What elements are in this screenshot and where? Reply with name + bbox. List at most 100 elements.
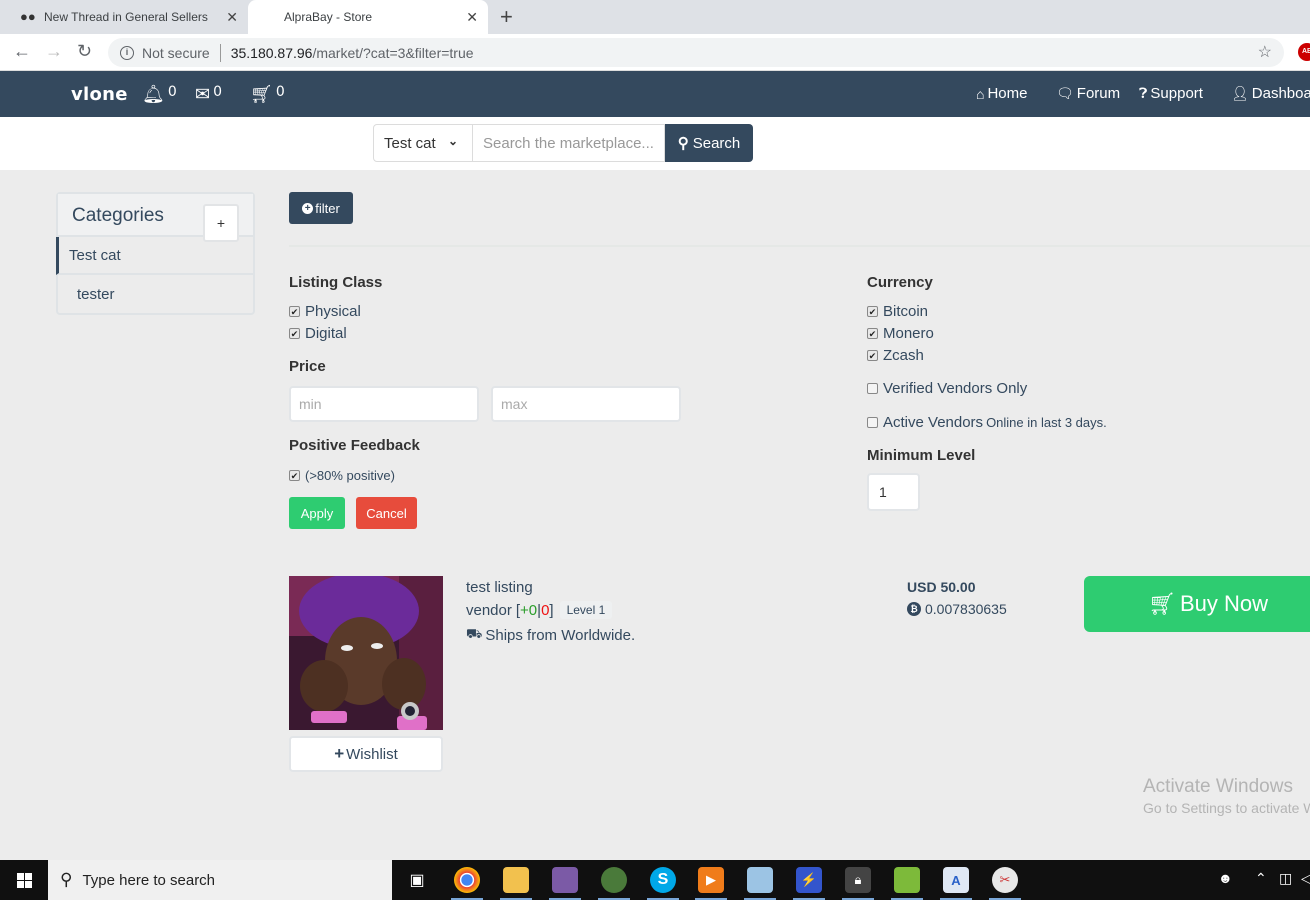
vpn-lock-icon[interactable]: 🔒︎ xyxy=(845,867,871,893)
network-tool-icon[interactable]: ⚡ xyxy=(796,867,822,893)
apply-button[interactable]: Apply xyxy=(289,497,345,529)
category-label: Test cat xyxy=(69,246,121,264)
filter-bitcoin[interactable]: ✔ Bitcoin xyxy=(867,303,928,320)
watermark-subtitle: Go to Settings to activate Windows. xyxy=(1143,800,1310,816)
close-tab-icon[interactable]: ✕ xyxy=(466,9,478,26)
adblock-extension-icon[interactable]: AB xyxy=(1298,43,1310,61)
positive-feedback-checkbox[interactable]: ✔ xyxy=(289,470,300,481)
site-navbar: vlone 🔔︎ 0 ✉ 0 🛒︎ 0 ⌂ Home 🗨︎ Forum ❓︎ S… xyxy=(0,71,1310,117)
close-tab-icon[interactable]: ✕ xyxy=(226,9,238,26)
snipping-tool-icon[interactable]: ✂ xyxy=(992,867,1018,893)
activate-windows-watermark: Activate Windows Go to Settings to activ… xyxy=(1143,776,1310,816)
positive-feedback-heading: Positive Feedback xyxy=(289,437,420,454)
task-view-icon[interactable]: ▣ xyxy=(404,867,430,893)
chrome-icon[interactable] xyxy=(454,867,480,893)
filter-zcash[interactable]: ✔ Zcash xyxy=(867,347,924,364)
active-vendors-note: Online in last 3 days. xyxy=(986,415,1107,430)
nav-link-label: Dashboard xyxy=(1251,85,1310,102)
wishlist-label: Wishlist xyxy=(346,745,398,763)
brand-username[interactable]: vlone xyxy=(71,84,128,105)
skype-icon[interactable]: S xyxy=(650,867,676,893)
show-hidden-icons-chevron-up-icon[interactable]: ⌃ xyxy=(1255,870,1267,887)
filter-active-vendors[interactable]: ✔ Active Vendors Online in last 3 days. xyxy=(867,414,1107,431)
filter-physical[interactable]: ✔ Physical xyxy=(289,303,361,320)
file-explorer-icon[interactable] xyxy=(503,867,529,893)
chevron-down-icon: ⌄ xyxy=(447,134,458,148)
info-icon[interactable]: i xyxy=(120,45,134,60)
listing-title-link[interactable]: test listing xyxy=(466,579,533,596)
cart-button[interactable]: 🛒︎ 0 xyxy=(250,84,285,104)
notepad-icon[interactable] xyxy=(747,867,773,893)
wordpad-icon[interactable]: A xyxy=(943,867,969,893)
price-usd: USD 50.00 xyxy=(907,579,976,595)
bell-icon: 🔔︎ xyxy=(142,84,165,104)
search-icon: ⚲ xyxy=(60,870,73,889)
browser-tab-store[interactable]: AlpraBay - Store ✕ xyxy=(248,0,488,34)
network-icon[interactable]: ◫ xyxy=(1279,870,1292,887)
new-tab-icon[interactable]: + xyxy=(500,4,513,30)
nav-link-label: Support xyxy=(1150,85,1203,102)
nav-link-forum[interactable]: 🗨︎ Forum xyxy=(1056,85,1120,102)
notepad-plus-icon[interactable] xyxy=(894,867,920,893)
nav-link-label: Home xyxy=(987,85,1028,102)
physical-checkbox[interactable]: ✔ xyxy=(289,306,300,317)
search-button[interactable]: ⚲ Search xyxy=(665,124,753,162)
bitcoin-checkbox[interactable]: ✔ xyxy=(867,306,878,317)
media-player-icon[interactable]: ▶ xyxy=(698,867,724,893)
checkbox-label: (>80% positive) xyxy=(305,468,395,483)
price-max-input[interactable] xyxy=(491,386,681,422)
monero-checkbox[interactable]: ✔ xyxy=(867,328,878,339)
wishlist-button[interactable]: + Wishlist xyxy=(289,736,443,772)
price-btc: ₿ 0.007830635 xyxy=(907,601,1007,617)
pidgin-icon[interactable] xyxy=(552,867,578,893)
users-icon: ●● xyxy=(20,9,36,24)
back-icon[interactable]: ← xyxy=(13,41,31,62)
volume-icon[interactable]: ◁ xyxy=(1301,870,1310,887)
minimum-level-input[interactable] xyxy=(867,473,920,511)
notifications-button[interactable]: 🔔︎ 0 xyxy=(142,84,177,104)
filter-digital[interactable]: ✔ Digital xyxy=(289,325,347,342)
category-select-value: Test cat xyxy=(384,134,436,152)
category-label: tester xyxy=(77,285,115,303)
reload-icon[interactable]: ↻ xyxy=(77,41,92,62)
browser-tab-forum[interactable]: ●● New Thread in General Sellers Marketp… xyxy=(8,0,248,34)
people-icon[interactable]: ☻ xyxy=(1218,870,1233,886)
search-input[interactable] xyxy=(473,124,665,162)
shipping-info: ⛟ Ships from Worldwide. xyxy=(466,626,635,644)
start-button[interactable] xyxy=(0,860,48,900)
taskbar-search[interactable]: ⚲ Type here to search xyxy=(48,860,392,900)
active-vendors-checkbox[interactable]: ✔ xyxy=(867,417,878,428)
add-category-button[interactable]: + xyxy=(203,204,239,242)
forward-icon[interactable]: → xyxy=(45,41,63,62)
filter-verified-vendors[interactable]: ✔ Verified Vendors Only xyxy=(867,380,1027,397)
bookmark-star-icon[interactable]: ☆ xyxy=(1258,42,1272,62)
filter-toggle-button[interactable]: + filter xyxy=(289,192,353,224)
search-icon: ⚲ xyxy=(677,135,689,152)
currency-heading: Currency xyxy=(867,274,933,291)
verified-vendors-checkbox[interactable]: ✔ xyxy=(867,383,878,394)
price-min-input[interactable] xyxy=(289,386,479,422)
category-select[interactable]: Test cat ⌄ xyxy=(373,124,473,162)
zcash-checkbox[interactable]: ✔ xyxy=(867,350,878,361)
category-item-tester[interactable]: tester xyxy=(58,275,253,313)
listing-image[interactable] xyxy=(289,576,443,730)
filter-monero[interactable]: ✔ Monero xyxy=(867,325,934,342)
filter-positive-feedback[interactable]: ✔ (>80% positive) xyxy=(289,468,395,483)
vendor-link[interactable]: vendor xyxy=(466,602,512,619)
nav-link-home[interactable]: ⌂ Home xyxy=(976,85,1027,102)
vendor-info: vendor [+0 | 0] Level 1 xyxy=(466,601,613,619)
question-icon: ❓︎ xyxy=(1139,85,1148,101)
price-btc-value: 0.007830635 xyxy=(925,601,1007,617)
nav-link-dashboard[interactable]: 👤︎ Dashboard xyxy=(1231,85,1310,102)
buy-now-button[interactable]: 🛒︎ Buy Now xyxy=(1084,576,1310,632)
messages-button[interactable]: ✉ 0 xyxy=(195,84,222,104)
tor-browser-icon[interactable] xyxy=(601,867,627,893)
nav-link-support[interactable]: ❓︎ Support xyxy=(1139,85,1203,102)
address-bar[interactable]: i Not secure 35.180.87.96 /market/?cat=3… xyxy=(108,38,1284,67)
buy-now-label: Buy Now xyxy=(1179,591,1268,616)
browser-toolbar: ← → ↻ i Not secure 35.180.87.96 /market/… xyxy=(0,34,1310,71)
digital-checkbox[interactable]: ✔ xyxy=(289,328,300,339)
cancel-button[interactable]: Cancel xyxy=(356,497,417,529)
category-item-test-cat[interactable]: Test cat xyxy=(56,237,253,275)
bracket: ] xyxy=(549,601,554,619)
